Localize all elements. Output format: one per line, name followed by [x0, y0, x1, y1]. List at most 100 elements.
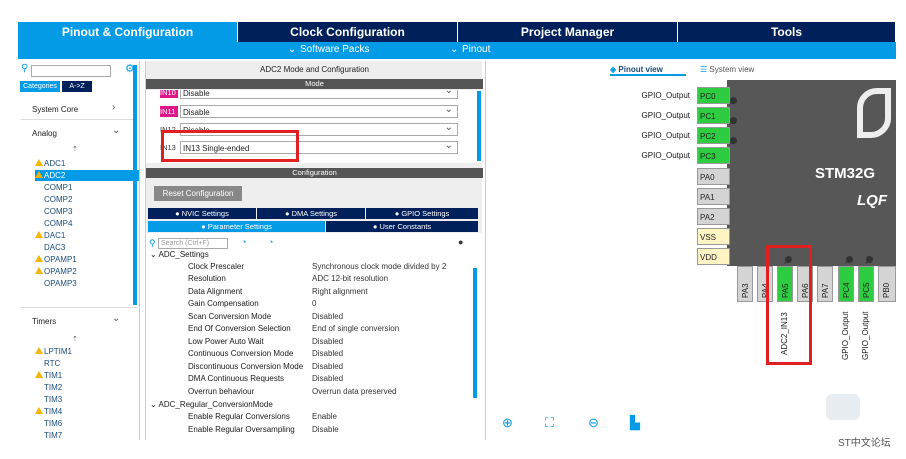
chevron-down-icon: ⌄: [288, 44, 297, 55]
category-search-input[interactable]: [31, 65, 111, 77]
param-value[interactable]: Right alignment: [312, 286, 368, 298]
in10-select[interactable]: Disable: [180, 90, 458, 99]
pin-pa3[interactable]: PA3: [737, 266, 753, 302]
group-adc-regular-conversion[interactable]: ⌄ ADC_Regular_ConversionMode: [150, 399, 273, 411]
analog-item-comp3[interactable]: COMP3: [44, 206, 72, 217]
categories-panel: ⚲ ⚙ Categories A->Z System Core › Analog…: [18, 61, 140, 440]
parameter-search-input[interactable]: Search (Ctrl+F): [158, 238, 228, 249]
pin-vss[interactable]: VSS: [697, 228, 730, 245]
param-value[interactable]: 0: [312, 298, 316, 310]
param-value[interactable]: End of single conversion: [312, 323, 399, 335]
param-value[interactable]: ADC 12-bit resolution: [312, 273, 388, 285]
analog-item-comp2[interactable]: COMP2: [44, 194, 72, 205]
pin-pa2[interactable]: PA2: [697, 208, 730, 225]
reset-configuration-button[interactable]: Reset Configuration: [154, 186, 242, 201]
param-name: Discontinuous Conversion Mode: [188, 362, 304, 371]
tab-gpio-settings[interactable]: ● GPIO Settings: [366, 208, 478, 219]
fit-screen-icon[interactable]: ⛶: [545, 415, 554, 431]
analog-item-adc2[interactable]: ADC2: [35, 170, 139, 181]
timer-item-lptim1[interactable]: LPTIM1: [35, 346, 72, 357]
param-name: Scan Conversion Mode: [188, 312, 272, 321]
param-value[interactable]: Disabled: [312, 336, 343, 348]
param-value[interactable]: Disabled: [312, 373, 343, 385]
timer-item-tim6[interactable]: TIM6: [44, 418, 62, 429]
arrow-right-icon[interactable]: ◔: [268, 237, 273, 247]
param-value[interactable]: Disabled: [312, 361, 343, 373]
param-name: End Of Conversion Selection: [188, 324, 291, 333]
pin-pc3[interactable]: PC3: [697, 147, 730, 164]
chevron-down-icon: ⌄: [450, 44, 459, 55]
highlight-box: [161, 130, 299, 162]
tab-a-z[interactable]: A->Z: [62, 81, 92, 92]
analog-item-adc1[interactable]: ADC1: [35, 158, 65, 169]
tab-dma-settings[interactable]: ● DMA Settings: [257, 208, 365, 219]
pin-pc2[interactable]: PC2: [697, 127, 730, 144]
pin-pc5[interactable]: PC5: [858, 266, 874, 302]
timer-item-rtc[interactable]: RTC: [44, 358, 60, 369]
param-value[interactable]: Disabled: [312, 348, 343, 360]
adc2-configuration-panel: ADC2 Mode and Configuration Mode IN10 Di…: [145, 61, 483, 440]
param-name: Clock Prescaler: [188, 262, 245, 271]
export-icon[interactable]: ▙: [630, 415, 640, 431]
left-scrollbar[interactable]: [133, 65, 137, 305]
tab-project-manager[interactable]: Project Manager: [458, 22, 678, 42]
timer-item-tim2[interactable]: TIM2: [44, 382, 62, 393]
tab-tools[interactable]: Tools: [678, 22, 896, 42]
list-icon: ☰: [700, 65, 708, 74]
pin-pc4[interactable]: PC4: [838, 266, 854, 302]
in11-select[interactable]: Disable: [180, 103, 458, 118]
pin-label: GPIO_Output: [641, 151, 690, 160]
tab-nvic-settings[interactable]: ● NVIC Settings: [148, 208, 256, 219]
tab-parameter-settings[interactable]: ● Parameter Settings: [148, 221, 325, 232]
analog-category[interactable]: Analog: [32, 129, 57, 138]
system-view-tab[interactable]: ☰ System view: [700, 63, 770, 76]
sub-toolbar: ⌄ Software Packs ⌄ Pinout: [18, 42, 896, 59]
param-value[interactable]: Overrun data preserved: [312, 386, 397, 398]
group-adc-settings[interactable]: ⌄ ADC_Settings: [150, 249, 209, 261]
timers-category[interactable]: Timers: [32, 317, 56, 326]
tab-clock-configuration[interactable]: Clock Configuration: [238, 22, 458, 42]
parameter-scrollbar[interactable]: [473, 268, 477, 398]
highlight-box: [766, 245, 812, 365]
pin-vdd[interactable]: VDD: [697, 248, 730, 265]
param-value[interactable]: Disable: [312, 424, 339, 436]
param-value[interactable]: Disabled: [312, 311, 343, 323]
timer-item-tim1[interactable]: TIM1: [35, 370, 62, 381]
param-name: Data Alignment: [188, 287, 243, 296]
zoom-out-icon[interactable]: ⊖: [588, 415, 599, 431]
mode-header: Mode: [146, 79, 483, 89]
pinout-menu[interactable]: Pinout: [462, 44, 490, 55]
analog-item-comp1[interactable]: COMP1: [44, 182, 72, 193]
analog-item-opamp3[interactable]: OPAMP3: [44, 278, 77, 289]
pin-pa1[interactable]: PA1: [697, 188, 730, 205]
tab-categories[interactable]: Categories: [20, 81, 60, 92]
system-core-category[interactable]: System Core: [32, 105, 78, 114]
analog-item-dac1[interactable]: DAC1: [35, 230, 65, 241]
analog-item-comp4[interactable]: COMP4: [44, 218, 72, 229]
pin-pb0[interactable]: PB0: [878, 266, 896, 302]
pinout-view-tab[interactable]: ◈ Pinout view: [610, 63, 686, 76]
info-icon[interactable]: ●: [458, 237, 463, 247]
pin-pc0[interactable]: PC0: [697, 87, 730, 104]
analog-item-dac3[interactable]: DAC3: [44, 242, 65, 253]
timer-item-tim3[interactable]: TIM3: [44, 394, 62, 405]
zoom-in-icon[interactable]: ⊕: [502, 415, 513, 431]
timer-item-tim4[interactable]: TIM4: [35, 406, 62, 417]
mode-scrollbar[interactable]: [477, 91, 481, 161]
analog-item-opamp2[interactable]: OPAMP2: [35, 266, 77, 277]
tab-user-constants[interactable]: ● User Constants: [326, 221, 478, 232]
pin-pa0[interactable]: PA0: [697, 168, 730, 185]
param-value[interactable]: Enable: [312, 411, 337, 423]
arrow-left-icon[interactable]: ◔: [241, 237, 246, 247]
analog-item-opamp1[interactable]: OPAMP1: [35, 254, 77, 265]
param-name: Low Power Auto Wait: [188, 337, 264, 346]
software-packs-menu[interactable]: Software Packs: [300, 44, 369, 55]
tab-pinout-configuration[interactable]: Pinout & Configuration: [18, 22, 238, 42]
param-name: DMA Continuous Requests: [188, 374, 285, 383]
pin-pa7[interactable]: PA7: [817, 266, 833, 302]
pin-pc1[interactable]: PC1: [697, 107, 730, 124]
panel-title: ADC2 Mode and Configuration: [260, 65, 369, 74]
timer-item-tim7[interactable]: TIM7: [44, 430, 62, 441]
param-value[interactable]: Synchronous clock mode divided by 2: [312, 261, 446, 273]
mode-row-in10: IN10 Disable: [160, 90, 460, 99]
